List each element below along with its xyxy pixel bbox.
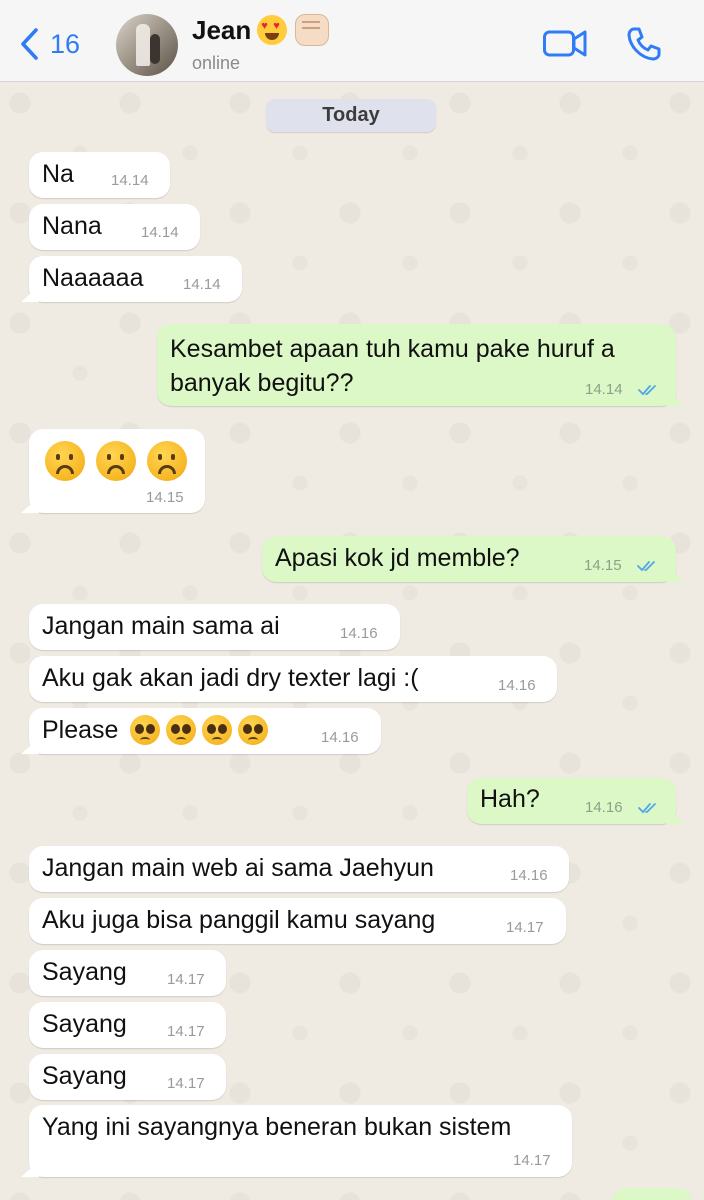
message-time: 14.14 bbox=[111, 172, 149, 189]
message-time: 14.17 bbox=[167, 1023, 205, 1040]
message-time: 14.15 bbox=[146, 489, 184, 506]
message-time: 14.17 bbox=[506, 919, 544, 936]
back-button[interactable]: 16 bbox=[18, 22, 80, 66]
message-bubble-outgoing[interactable]: Kesambet apaan tuh kamu pake huruf a ban… bbox=[157, 324, 676, 406]
sad-face-emoji-icon bbox=[147, 441, 187, 481]
chat-header: 16 Jean ♥ ♥ online bbox=[0, 0, 704, 82]
message-time: 14.14 bbox=[141, 224, 179, 241]
presence-status: online bbox=[192, 53, 241, 73]
message-text: Apasi kok jd memble? bbox=[275, 544, 520, 572]
contact-name[interactable]: Jean ♥ ♥ bbox=[192, 14, 330, 46]
date-separator: Today bbox=[266, 99, 436, 132]
message-list[interactable]: Today Na 14.14 Nana 14.14 Naaaaaa 14.14 … bbox=[0, 83, 704, 1200]
pleading-face-emoji-icon bbox=[166, 715, 197, 745]
sad-face-emoji-icon bbox=[96, 441, 136, 481]
voice-call-button[interactable] bbox=[626, 26, 662, 67]
message-bubble-incoming[interactable]: Yang ini sayangnya beneran bukan sistem … bbox=[29, 1105, 572, 1177]
message-text: Sayang bbox=[42, 1062, 127, 1090]
message-text: Aku gak akan jadi dry texter lagi :( bbox=[42, 664, 419, 692]
message-text-line1: Kesambet apaan tuh kamu pake huruf a bbox=[170, 335, 615, 363]
message-bubble-incoming[interactable]: Please 14.16 bbox=[29, 708, 381, 754]
message-time: 14.14 bbox=[585, 381, 623, 398]
message-text: Jangan main web ai sama Jaehyun bbox=[42, 854, 434, 882]
video-call-button[interactable] bbox=[542, 26, 588, 65]
chevron-left-icon bbox=[21, 28, 38, 60]
message-text: Aku juga bisa panggil kamu sayang bbox=[42, 906, 436, 934]
message-bubble-incoming[interactable]: Sayang 14.17 bbox=[29, 950, 226, 996]
message-content: Please bbox=[42, 713, 274, 747]
message-text: Hah? bbox=[480, 785, 540, 813]
message-text-line2: banyak begitu?? bbox=[170, 369, 354, 397]
message-time: 14.17 bbox=[167, 971, 205, 988]
message-time: 14.17 bbox=[167, 1075, 205, 1092]
chat-screen: 16 Jean ♥ ♥ online Today Na 14.14 Nana 1… bbox=[0, 0, 704, 1200]
message-text: Naaaaaa bbox=[42, 264, 144, 292]
double-check-icon bbox=[638, 803, 656, 814]
message-bubble-incoming[interactable]: Naaaaaa 14.14 bbox=[29, 256, 242, 302]
phone-icon bbox=[627, 27, 661, 61]
heart-eyes-emoji-icon: ♥ ♥ bbox=[257, 15, 288, 45]
message-text: Jangan main sama ai bbox=[42, 612, 280, 640]
message-bubble-outgoing[interactable]: Hah? 14.16 bbox=[467, 778, 676, 824]
pleading-face-emoji-icon bbox=[238, 715, 269, 745]
message-time: 14.15 bbox=[584, 557, 622, 574]
message-bubble-incoming[interactable]: Sayang 14.17 bbox=[29, 1002, 226, 1048]
video-call-icon bbox=[543, 30, 587, 57]
message-bubble-incoming[interactable]: Nana 14.14 bbox=[29, 204, 200, 250]
pleading-face-emoji-icon bbox=[202, 715, 233, 745]
message-text: Sayang bbox=[42, 1010, 127, 1038]
double-check-icon bbox=[638, 385, 656, 396]
message-bubble-outgoing-partial[interactable] bbox=[612, 1188, 692, 1200]
fist-emoji-icon bbox=[295, 14, 330, 46]
message-bubble-outgoing[interactable]: Apasi kok jd memble? 14.15 bbox=[262, 536, 676, 582]
message-time: 14.16 bbox=[585, 799, 623, 816]
double-check-icon bbox=[637, 561, 655, 572]
avatar[interactable] bbox=[116, 14, 178, 76]
message-time: 14.16 bbox=[510, 867, 548, 884]
message-text: Sayang bbox=[42, 958, 127, 986]
message-bubble-incoming[interactable]: Sayang 14.17 bbox=[29, 1054, 226, 1100]
message-bubble-incoming[interactable]: Jangan main web ai sama Jaehyun 14.16 bbox=[29, 846, 569, 892]
message-text: Please bbox=[42, 715, 119, 744]
message-time: 14.14 bbox=[183, 276, 221, 293]
message-time: 14.16 bbox=[321, 729, 359, 746]
unread-count: 16 bbox=[50, 28, 81, 59]
message-bubble-incoming[interactable]: Aku juga bisa panggil kamu sayang 14.17 bbox=[29, 898, 566, 944]
contact-name-text: Jean bbox=[192, 14, 252, 45]
message-text: Yang ini sayangnya beneran bukan sistem bbox=[42, 1113, 512, 1141]
sad-face-emoji-icon bbox=[45, 441, 85, 481]
message-bubble-incoming[interactable]: Jangan main sama ai 14.16 bbox=[29, 604, 400, 650]
message-time: 14.16 bbox=[340, 625, 378, 642]
message-bubble-incoming[interactable]: Na 14.14 bbox=[29, 152, 170, 198]
message-text: Na bbox=[42, 160, 74, 188]
message-time: 14.16 bbox=[498, 677, 536, 694]
message-text: Nana bbox=[42, 212, 102, 240]
message-bubble-incoming[interactable]: 14.15 bbox=[29, 429, 205, 513]
message-bubble-incoming[interactable]: Aku gak akan jadi dry texter lagi :( 14.… bbox=[29, 656, 557, 702]
pleading-face-emoji-icon bbox=[130, 715, 161, 745]
message-time: 14.17 bbox=[513, 1152, 551, 1169]
